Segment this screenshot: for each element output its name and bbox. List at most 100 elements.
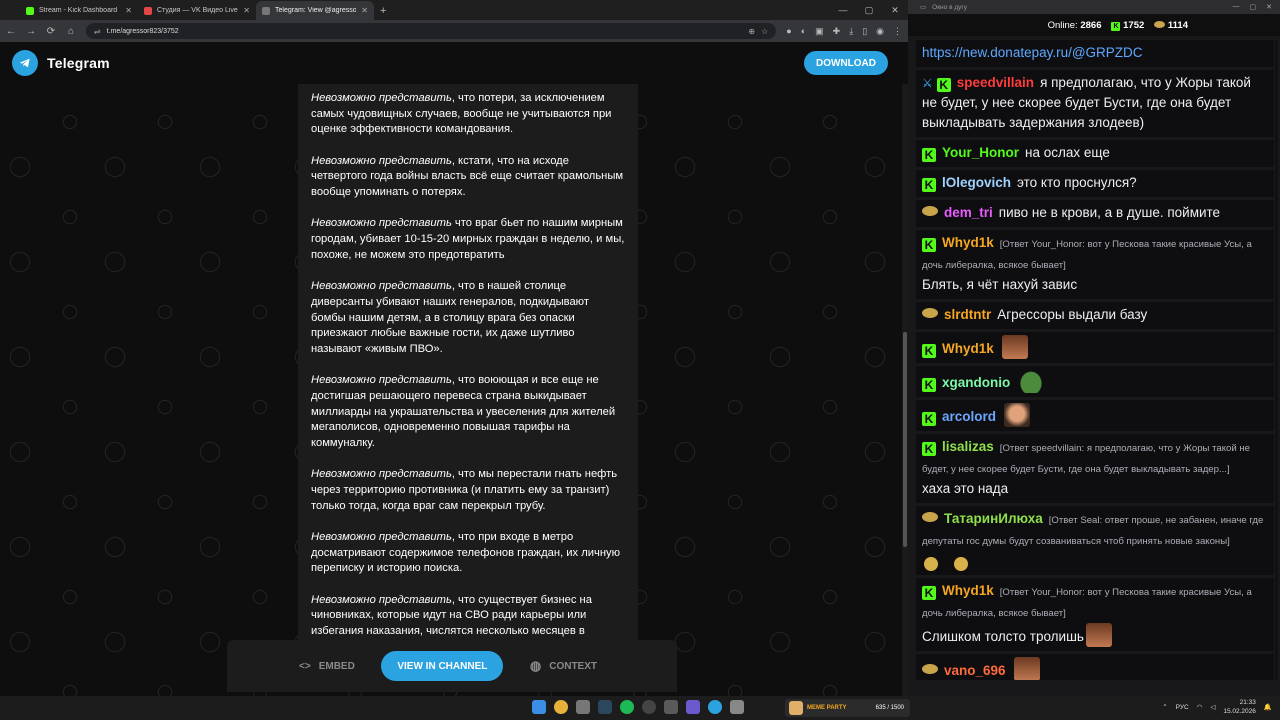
chat-scrollbar[interactable]	[1275, 40, 1278, 680]
bald-emote-icon	[1004, 403, 1031, 427]
telegram-brand[interactable]: Telegram	[47, 55, 110, 71]
chat-message[interactable]: slrdtntr Агрессоры выдали базу	[916, 302, 1274, 329]
app-icon[interactable]	[730, 700, 744, 714]
chat-message[interactable]: K Your_Honor на ослах еще	[916, 140, 1274, 167]
maximize-icon[interactable]: ▢	[1250, 3, 1257, 11]
chat-username[interactable]: Whyd1k	[942, 583, 994, 598]
home-icon[interactable]: ⌂	[66, 26, 76, 37]
settings-icon[interactable]	[576, 700, 590, 714]
screen: Stream - Kick Dashboard ✕ Студия — VK Ви…	[0, 0, 1280, 720]
chat-message[interactable]: K Whyd1k	[916, 332, 1274, 363]
close-tab-icon[interactable]: ✕	[125, 6, 132, 15]
downloads-icon[interactable]: ⤓	[849, 26, 853, 37]
profile-icon[interactable]: ◉	[876, 26, 884, 37]
chat-message[interactable]: Klisalizas [Ответ speedvillain: я предпол…	[916, 434, 1274, 503]
extensions-puzzle-icon[interactable]: ✚	[833, 26, 841, 37]
subscriber-badge-icon	[922, 206, 938, 216]
chat-username[interactable]: speedvillain	[957, 75, 1034, 90]
chat-message[interactable]: K Whyd1k [Ответ Your_Honor: вот у Пескова …	[916, 230, 1274, 299]
back-icon[interactable]: ←	[6, 26, 16, 37]
chat-message[interactable]: ⚔ Kspeedvillain я предполагаю, что у Жоры …	[916, 70, 1274, 137]
chat-username[interactable]: Whyd1k	[942, 341, 994, 356]
network-icon[interactable]: ◠	[1197, 703, 1203, 711]
meme-party-widget[interactable]: MEME PARTY 635 / 1500	[785, 699, 910, 717]
forward-icon[interactable]: →	[26, 26, 36, 37]
chat-message[interactable]: vano_696	[916, 654, 1274, 680]
download-button[interactable]: DOWNLOAD	[804, 51, 888, 75]
zoom-icon[interactable]: ⊕	[748, 27, 755, 36]
language-indicator[interactable]: РУС	[1176, 704, 1189, 711]
chat-username[interactable]: vano_696	[944, 663, 1006, 678]
kick-favicon-icon	[26, 6, 34, 15]
telegram-logo-icon[interactable]	[12, 50, 38, 76]
app-icon[interactable]	[664, 700, 678, 714]
tab-kick-dashboard[interactable]: Stream - Kick Dashboard ✕	[20, 1, 138, 20]
chat-message-list[interactable]: https://new.donatepay.ru/@GRPZDC ⚔ Kspeedv…	[916, 40, 1274, 680]
close-tab-icon[interactable]: ✕	[243, 6, 250, 15]
maximize-icon[interactable]: ▢	[856, 0, 882, 20]
minimize-icon[interactable]: —	[1233, 3, 1240, 11]
chrome-icon[interactable]	[554, 700, 568, 714]
tray-chevron-icon[interactable]: ⌃	[1162, 703, 1167, 711]
extension-icon[interactable]: ◐	[801, 26, 806, 37]
kick-badge-icon: K	[922, 238, 936, 252]
chat-username[interactable]: lOlegovich	[942, 175, 1011, 190]
tab-vk-video[interactable]: Студия — VK Видео Live ✕	[138, 1, 256, 20]
chat-message-text: https://new.donatepay.ru/@GRPZDC	[922, 45, 1143, 60]
chat-message[interactable]: https://new.donatepay.ru/@GRPZDC	[916, 40, 1274, 67]
subscriber-badge-icon	[922, 512, 938, 522]
close-window-icon[interactable]: ✕	[1266, 3, 1272, 11]
kick-badge-icon: K	[922, 586, 936, 600]
close-tab-icon[interactable]: ✕	[361, 6, 368, 15]
chat-message[interactable]: Kxgandonio	[916, 366, 1274, 397]
chat-username[interactable]: arcolord	[942, 409, 996, 424]
view-in-channel-button[interactable]: VIEW IN CHANNEL	[381, 651, 504, 681]
bookmark-star-icon[interactable]: ☆	[761, 27, 768, 36]
sidebar-icon[interactable]: ▯	[862, 26, 867, 37]
chat-message[interactable]: ТатаринИлюха [Ответ Seal: ответ проше, не…	[916, 506, 1274, 575]
scrollbar-thumb[interactable]	[903, 332, 907, 547]
chat-message[interactable]: K Whyd1k [Ответ Your_Honor: вот у Пескова …	[916, 578, 1274, 651]
media-player-icon[interactable]	[686, 700, 700, 714]
chat-username[interactable]: slrdtntr	[944, 307, 991, 322]
chat-message[interactable]: Karcolord	[916, 400, 1274, 431]
embed-button[interactable]: <> EMBED	[299, 661, 355, 672]
chat-username[interactable]: xgandonio	[942, 375, 1010, 390]
kick-badge-icon: K	[922, 378, 936, 392]
telegram-taskbar-icon[interactable]	[708, 700, 722, 714]
chat-message[interactable]: KlOlegovich это кто проснулся?	[916, 170, 1274, 197]
menu-kebab-icon[interactable]: ⋮	[893, 26, 902, 37]
minimize-icon[interactable]: —	[830, 0, 856, 20]
tab-strip: Stream - Kick Dashboard ✕ Студия — VK Ви…	[0, 0, 908, 20]
clock[interactable]: 21:33 15.02.2026	[1223, 698, 1256, 716]
frog-emote-icon	[1018, 369, 1045, 393]
close-window-icon[interactable]: ✕	[882, 0, 908, 20]
tab-telegram[interactable]: Telegram: View @agressor823 ✕	[256, 1, 374, 20]
chat-message-text: Агрессоры выдали базу	[997, 307, 1148, 322]
tab-title: Telegram: View @agressor823	[275, 7, 357, 14]
extension-icon[interactable]: ●	[786, 26, 791, 37]
chat-username[interactable]: Your_Honor	[942, 145, 1019, 160]
start-windows-icon[interactable]	[532, 700, 546, 714]
coin-count: 1114	[1167, 19, 1188, 31]
reload-icon[interactable]: ⟳	[46, 26, 56, 37]
chat-username[interactable]: lisalizas	[942, 439, 994, 454]
notifications-bell-icon[interactable]: 🔔	[1264, 703, 1272, 711]
address-bar[interactable]: ⇌ t.me/agressor823/3752 ⊕ ☆	[86, 23, 777, 39]
chat-username[interactable]: Whyd1k	[942, 235, 994, 250]
site-info-icon[interactable]: ⇌	[94, 27, 101, 36]
face-emote-icon	[1085, 623, 1112, 647]
extension-icon[interactable]: ▣	[815, 26, 824, 37]
chat-message[interactable]: dem_tri пиво не в крови, а в душе. поймит…	[916, 200, 1274, 227]
spotify-icon[interactable]	[620, 700, 634, 714]
chat-username[interactable]: dem_tri	[944, 205, 993, 220]
tab-title: Студия — VK Видео Live	[157, 7, 238, 14]
context-button[interactable]: ◍ CONTEXT	[530, 658, 597, 674]
page-scrollbar[interactable]	[902, 84, 908, 696]
face-emote-icon	[1001, 335, 1028, 359]
new-tab-icon[interactable]: +	[380, 5, 386, 17]
chat-username[interactable]: ТатаринИлюха	[944, 511, 1043, 526]
volume-icon[interactable]: ◁	[1210, 703, 1215, 711]
steam-icon[interactable]	[598, 700, 612, 714]
obs-icon[interactable]	[642, 700, 656, 714]
